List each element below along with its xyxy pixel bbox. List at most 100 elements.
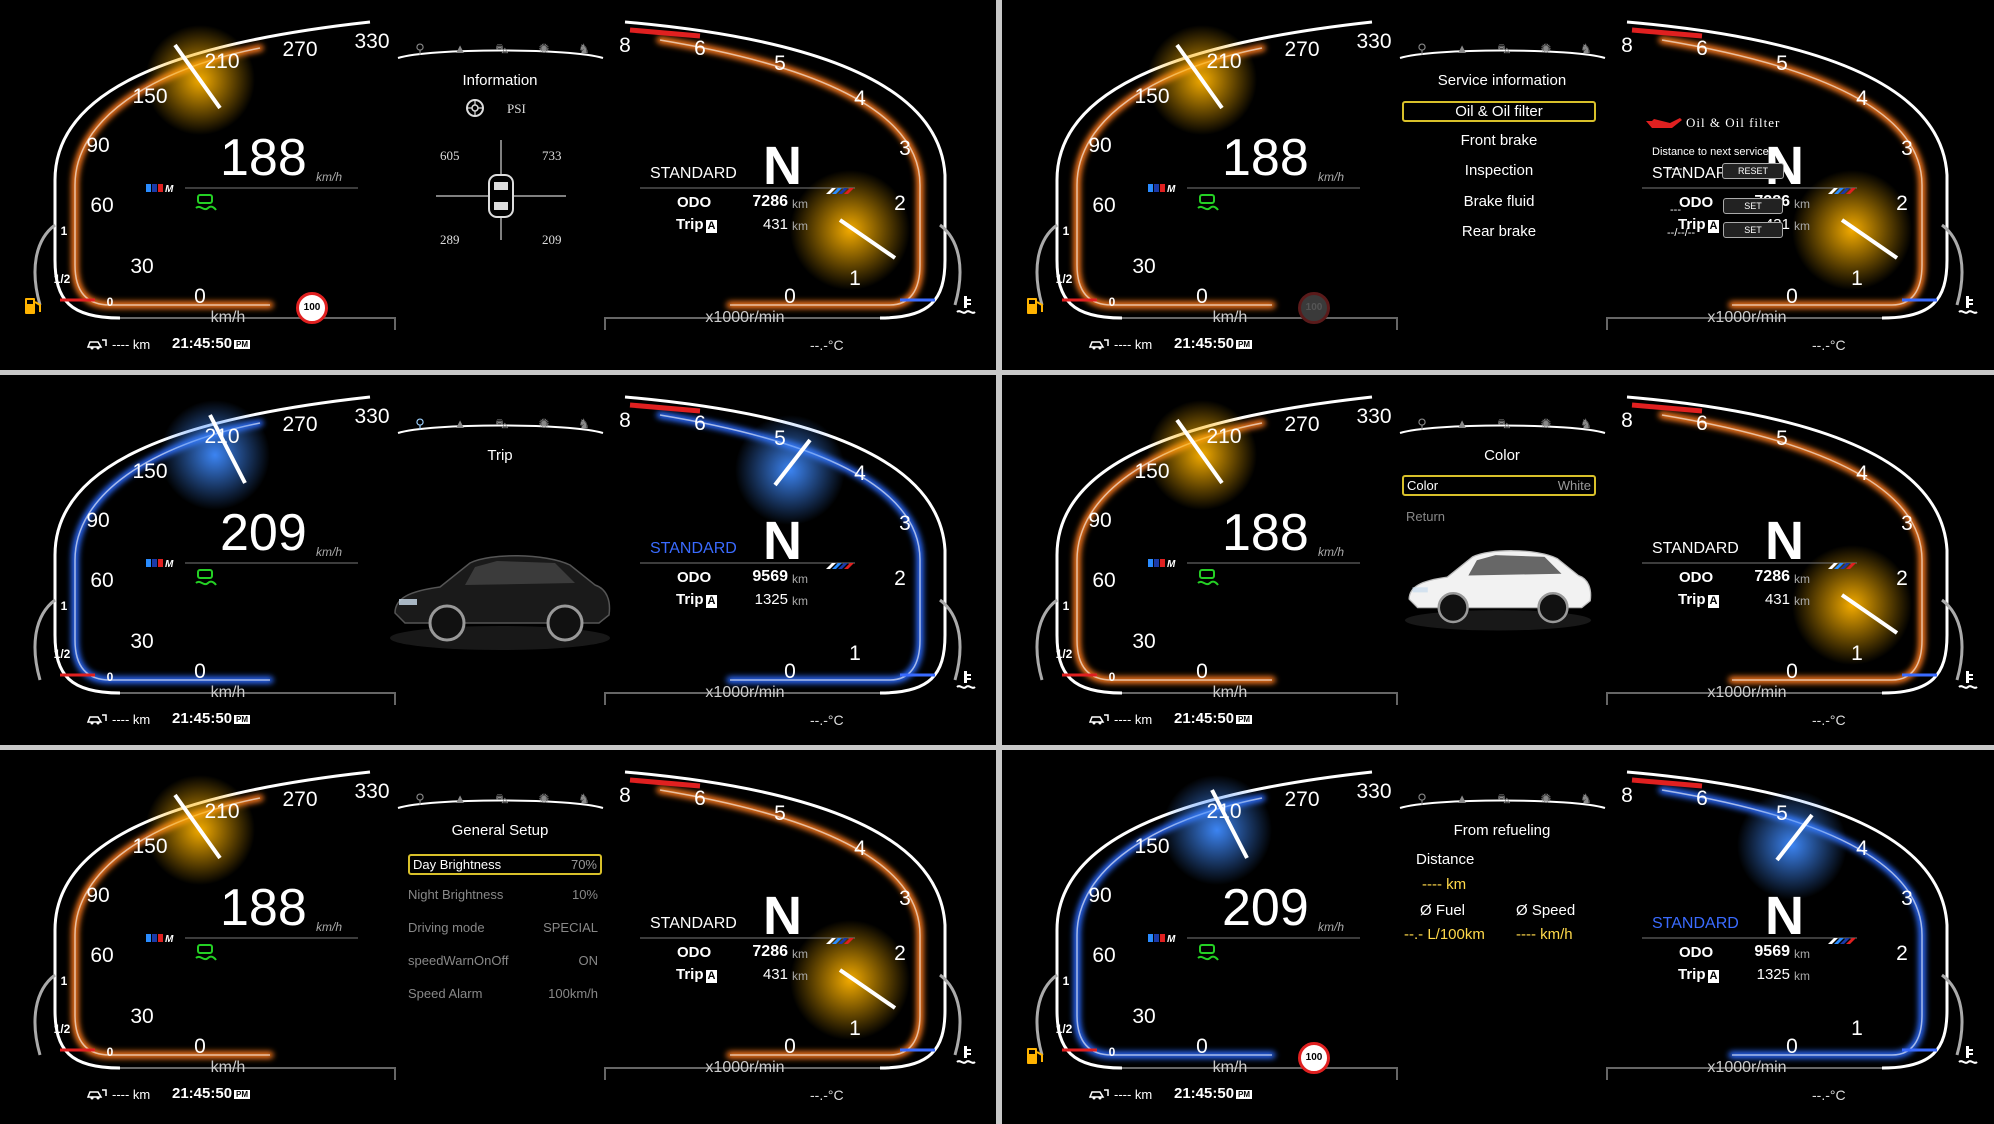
trip-value: 1325	[1756, 966, 1790, 983]
svg-text:M: M	[165, 184, 174, 193]
set-button[interactable]: SET	[1723, 198, 1783, 214]
range-car-icon	[86, 712, 108, 729]
rpm-tick-label: 5	[774, 427, 786, 450]
stability-control-icon	[1196, 192, 1220, 211]
navigation-icon[interactable]: ⚲	[1414, 42, 1430, 56]
trip-value: 431	[762, 966, 788, 983]
temp-mini-gauge	[939, 973, 962, 1056]
rpm-tick-label: 3	[1901, 887, 1913, 910]
gear-icon[interactable]: ✺	[1538, 417, 1554, 431]
trip-label: Trip A	[1678, 591, 1720, 609]
m-stripe-icon	[826, 931, 854, 944]
speed-limit-sign: 100	[296, 292, 328, 324]
navigation-icon[interactable]: ⚲	[412, 417, 428, 431]
svg-text:M: M	[165, 934, 174, 943]
rpm-tick-label: 0	[1786, 285, 1798, 308]
temp-mini-gauge	[1941, 598, 1964, 681]
navigation-icon[interactable]: ⚲	[1414, 417, 1430, 431]
distance-label: Distance	[1416, 851, 1475, 868]
fuel-tick-label: 0	[1109, 1045, 1116, 1059]
speed-gauge-base-line	[120, 317, 396, 330]
coolant-temp-icon	[955, 294, 977, 316]
car-image-black	[385, 523, 615, 653]
setup-row[interactable]: Driving mode SPECIAL	[408, 920, 598, 935]
gear-icon[interactable]: ✺	[536, 42, 552, 56]
range-readout: ---- km	[1088, 1087, 1152, 1104]
warning-icon[interactable]: ▲	[1454, 417, 1470, 431]
gear-icon[interactable]: ✺	[536, 792, 552, 806]
shirt-icon[interactable]: ♞	[576, 792, 592, 806]
service-item[interactable]: Inspection	[1404, 162, 1594, 179]
speed-readout: 209	[1222, 879, 1309, 937]
range-value: ---- km	[112, 1087, 151, 1102]
rpm-tick-label: 4	[854, 87, 866, 110]
service-item[interactable]: Front brake	[1404, 132, 1594, 149]
stability-control-icon	[1196, 567, 1220, 586]
outside-temperature: --.-°C	[810, 712, 844, 728]
speed-tick-label: 90	[86, 884, 109, 907]
service-date-value-2: --/--/--	[1667, 227, 1696, 239]
rpm-tick-label: 2	[894, 567, 906, 590]
rpm-tick-label: 6	[694, 37, 706, 60]
car-icon[interactable]: ⛍	[1496, 42, 1512, 56]
car-icon[interactable]: ⛍	[1496, 792, 1512, 806]
warning-icon[interactable]: ▲	[452, 42, 468, 56]
speed-tick-label: 150	[132, 460, 167, 483]
car-icon[interactable]: ⛍	[494, 792, 510, 806]
gear-icon[interactable]: ✺	[536, 417, 552, 431]
trip-a-badge: A	[705, 970, 718, 983]
car-icon[interactable]: ⛍	[494, 417, 510, 431]
speed-gauge-base-line	[1122, 317, 1398, 330]
shirt-icon[interactable]: ♞	[1578, 42, 1594, 56]
speed-gauge-base-line	[120, 692, 396, 705]
rpm-tick-label: 2	[1896, 192, 1908, 215]
speed-tick-label: 330	[354, 30, 389, 53]
warning-icon[interactable]: ▲	[452, 417, 468, 431]
setup-row[interactable]: Speed Alarm 100km/h	[408, 986, 598, 1001]
service-item[interactable]: Oil & Oil filter	[1402, 101, 1596, 122]
gear-icon[interactable]: ✺	[1538, 42, 1554, 56]
warning-icon[interactable]: ▲	[452, 792, 468, 806]
speed-gauge-base-line	[1122, 1067, 1398, 1080]
warning-icon[interactable]: ▲	[1454, 792, 1470, 806]
gear-icon[interactable]: ✺	[1538, 792, 1554, 806]
setup-row[interactable]: Night Brightness 10%	[408, 887, 598, 902]
odo-unit: km	[1794, 947, 1810, 961]
return-button[interactable]: Return	[1406, 509, 1445, 524]
shirt-icon[interactable]: ♞	[1578, 792, 1594, 806]
m-logo-icon: M	[146, 555, 180, 570]
outside-temperature: --.-°C	[1812, 712, 1846, 728]
gear-indicator: N	[763, 136, 802, 196]
color-setting-row[interactable]: Color White	[1402, 475, 1596, 496]
reset-button[interactable]: RESET	[1722, 163, 1784, 179]
clock: 21:45:50 PM	[1174, 335, 1253, 352]
rpm-redline	[629, 27, 701, 39]
speed-tick-label: 210	[1206, 800, 1241, 823]
rpm-tick-label: 8	[1621, 409, 1633, 432]
car-icon[interactable]: ⛍	[494, 42, 510, 56]
shirt-icon[interactable]: ♞	[1578, 417, 1594, 431]
navigation-icon[interactable]: ⚲	[412, 42, 428, 56]
set-button-2[interactable]: SET	[1723, 222, 1783, 238]
car-icon[interactable]: ⛍	[1496, 417, 1512, 431]
temp-mini-gauge	[939, 223, 962, 306]
service-item[interactable]: Brake fluid	[1404, 193, 1594, 210]
speed-tick-label: 90	[86, 134, 109, 157]
speed-tick-label: 30	[1132, 255, 1155, 278]
speed-tick-label: 270	[282, 788, 317, 811]
shirt-icon[interactable]: ♞	[576, 42, 592, 56]
clock-ampm: PM	[234, 714, 251, 724]
service-item[interactable]: Rear brake	[1404, 223, 1594, 240]
navigation-icon[interactable]: ⚲	[1414, 792, 1430, 806]
tpms-rear-left: 289	[440, 232, 460, 247]
setup-row[interactable]: Day Brightness 70%	[408, 854, 602, 875]
setup-row[interactable]: speedWarnOnOff ON	[408, 953, 598, 968]
svg-text:M: M	[1167, 559, 1176, 568]
warning-icon[interactable]: ▲	[1454, 42, 1470, 56]
clock: 21:45:50 PM	[172, 710, 251, 727]
shirt-icon[interactable]: ♞	[576, 417, 592, 431]
speed-tick-label: 270	[282, 38, 317, 61]
navigation-icon[interactable]: ⚲	[412, 792, 428, 806]
speed-unit-small: km/h	[1318, 920, 1345, 934]
setup-row-value: 100km/h	[548, 986, 598, 1001]
